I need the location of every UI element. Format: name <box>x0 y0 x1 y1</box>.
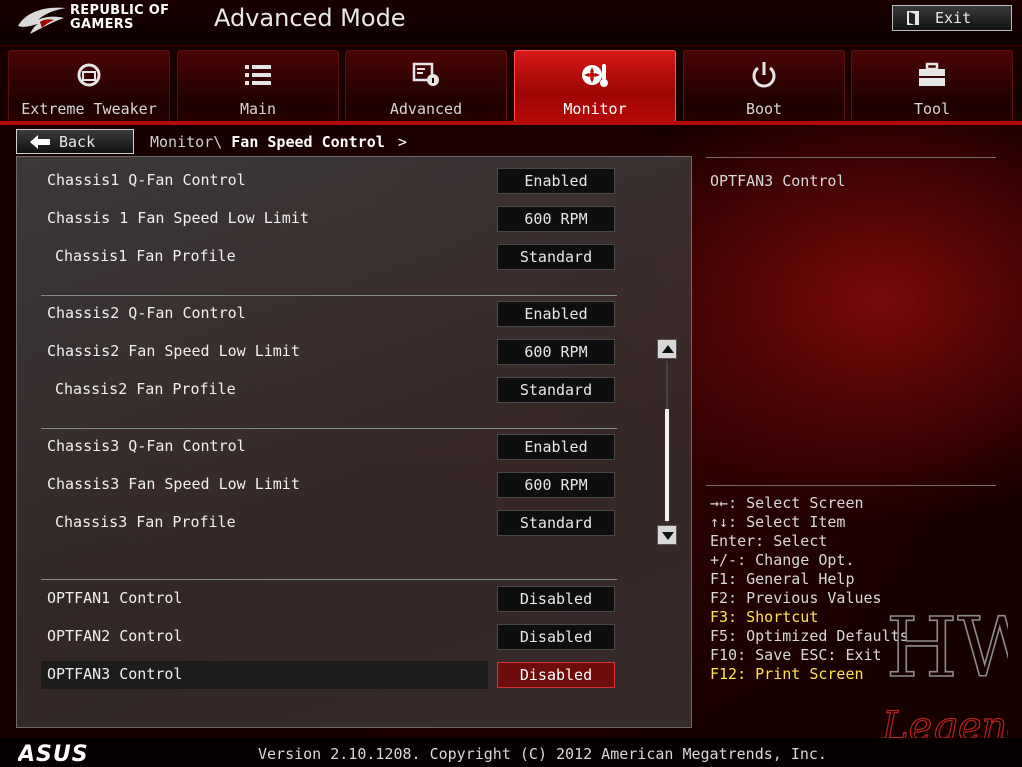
setting-label: Chassis2 Fan Speed Low Limit <box>47 342 300 360</box>
tab-bar-divider <box>0 121 1022 125</box>
back-label: Back <box>59 132 96 151</box>
setting-value[interactable]: Disabled <box>497 624 615 650</box>
breadcrumb: Monitor\ Fan Speed Control > <box>150 133 407 151</box>
setting-value[interactable]: Disabled <box>497 662 615 688</box>
setting-row-selected[interactable]: OPTFAN3 Control Disabled <box>41 661 617 689</box>
brand-line-2: GAMERS <box>70 17 134 32</box>
setting-label: Chassis 1 Fan Speed Low Limit <box>47 209 309 227</box>
key-hint: +/-: Change Opt. <box>710 551 855 569</box>
setting-row[interactable]: Chassis3 Q-Fan Control Enabled <box>41 433 617 461</box>
tab-monitor[interactable]: Monitor <box>514 50 676 122</box>
header: REPUBLIC OF GAMERS Advanced Mode Exit <box>0 0 1022 46</box>
back-button[interactable]: Back <box>16 129 134 154</box>
setting-value[interactable]: Standard <box>497 377 615 403</box>
tab-label: Tool <box>913 100 951 118</box>
rog-brand-text: REPUBLIC OF GAMERS <box>70 4 169 32</box>
tab-label: Boot <box>745 100 783 118</box>
tab-label: Extreme Tweaker <box>21 100 157 118</box>
setting-value[interactable]: Enabled <box>497 301 615 327</box>
settings-panel: Chassis1 Q-Fan Control Enabled Chassis 1… <box>16 156 692 728</box>
key-hint: F1: General Help <box>710 570 855 588</box>
toolbox-icon <box>919 62 945 86</box>
main-tabs: Extreme Tweaker Main Advanced Monitor Bo… <box>8 50 1014 122</box>
watermark-line-1: HW <box>886 601 1008 696</box>
breadcrumb-prefix[interactable]: Monitor\ <box>150 133 222 151</box>
group-divider <box>41 294 617 296</box>
help-description: OPTFAN3 Control <box>710 172 846 190</box>
setting-value[interactable]: Enabled <box>497 168 615 194</box>
setting-row[interactable]: Chassis3 Fan Profile Standard <box>41 509 617 537</box>
setting-label: Chassis3 Fan Speed Low Limit <box>47 475 300 493</box>
setting-row[interactable]: OPTFAN2 Control Disabled <box>41 623 617 651</box>
advanced-settings-icon <box>412 62 439 86</box>
tab-extreme-tweaker[interactable]: Extreme Tweaker <box>8 50 170 122</box>
setting-row[interactable]: Chassis3 Fan Speed Low Limit 600 RPM <box>41 471 617 499</box>
setting-row[interactable]: Chassis 1 Fan Speed Low Limit 600 RPM <box>41 205 617 233</box>
setting-label: Chassis1 Fan Profile <box>55 247 236 265</box>
tab-main[interactable]: Main <box>177 50 339 122</box>
asus-logo-text: ASUS <box>18 742 89 764</box>
key-hint: Enter: Select <box>710 532 828 550</box>
settings-scrollbar[interactable] <box>657 339 677 545</box>
exit-label: Exit <box>935 9 972 27</box>
setting-row[interactable]: Chassis1 Fan Profile Standard <box>41 243 617 271</box>
setting-row[interactable]: Chassis2 Fan Profile Standard <box>41 376 617 404</box>
asus-logo: ASUS <box>18 742 89 764</box>
scroll-down-arrow-icon[interactable] <box>657 525 677 545</box>
setting-row[interactable]: Chassis2 Q-Fan Control Enabled <box>41 300 617 328</box>
setting-label: OPTFAN3 Control <box>47 665 183 683</box>
breadcrumb-arrow: > <box>397 133 407 151</box>
setting-label: Chassis3 Q-Fan Control <box>47 437 246 455</box>
exit-door-icon <box>907 11 919 25</box>
version-info: Version 2.10.1208. Copyright (C) 2012 Am… <box>258 745 827 763</box>
scroll-up-arrow-icon[interactable] <box>657 339 677 359</box>
setting-row[interactable]: OPTFAN1 Control Disabled <box>41 585 617 613</box>
setting-label: Chassis2 Fan Profile <box>55 380 236 398</box>
tab-advanced[interactable]: Advanced <box>345 50 507 122</box>
tab-label: Main <box>239 100 277 118</box>
hwlegend-watermark: HW Legend <box>880 600 1008 750</box>
setting-value[interactable]: 600 RPM <box>497 472 615 498</box>
help-divider-mid <box>706 485 996 486</box>
setting-value[interactable]: Standard <box>497 510 615 536</box>
setting-row[interactable]: Chassis1 Q-Fan Control Enabled <box>41 167 617 195</box>
thermometer-fan-icon <box>582 64 608 87</box>
group-divider <box>41 578 617 580</box>
extreme-tweaker-icon <box>77 63 101 87</box>
tab-tool[interactable]: Tool <box>851 50 1013 122</box>
setting-value[interactable]: Disabled <box>497 586 615 612</box>
setting-value[interactable]: Enabled <box>497 434 615 460</box>
power-icon <box>752 62 776 88</box>
setting-value[interactable]: 600 RPM <box>497 339 615 365</box>
back-arrow-icon <box>30 134 50 149</box>
setting-value[interactable]: 600 RPM <box>497 206 615 232</box>
setting-label: Chassis1 Q-Fan Control <box>47 171 246 189</box>
key-hint: ↑↓: Select Item <box>710 513 846 531</box>
rog-eye-logo-icon <box>18 7 66 34</box>
tab-label: Monitor <box>563 100 627 118</box>
tab-boot[interactable]: Boot <box>683 50 845 122</box>
mode-title: Advanced Mode <box>214 4 406 32</box>
setting-value[interactable]: Standard <box>497 244 615 270</box>
help-divider-top <box>706 157 996 158</box>
scroll-thumb[interactable] <box>665 409 669 521</box>
setting-label: OPTFAN1 Control <box>47 589 183 607</box>
key-hint: →←: Select Screen <box>710 494 864 512</box>
setting-label: OPTFAN2 Control <box>47 627 183 645</box>
group-divider <box>41 427 617 429</box>
list-icon <box>245 65 271 85</box>
exit-button[interactable]: Exit <box>892 5 1012 31</box>
setting-label: Chassis3 Fan Profile <box>55 513 236 531</box>
breadcrumb-current: Fan Speed Control <box>231 133 385 151</box>
brand-line-1: REPUBLIC OF <box>70 3 170 18</box>
setting-row[interactable]: Chassis2 Fan Speed Low Limit 600 RPM <box>41 338 617 366</box>
tab-label: Advanced <box>389 100 463 118</box>
setting-label: Chassis2 Q-Fan Control <box>47 304 246 322</box>
